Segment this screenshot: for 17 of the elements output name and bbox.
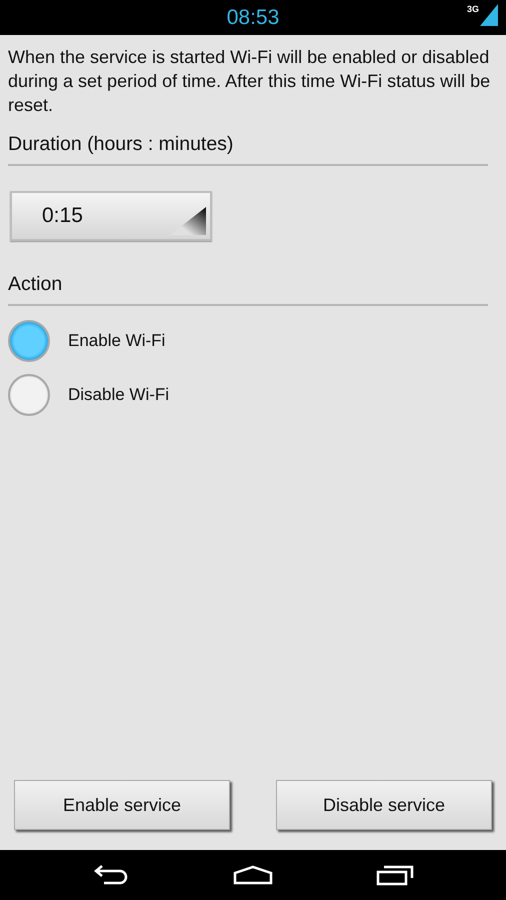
radio-button[interactable] [8, 320, 50, 362]
description-text: When the service is started Wi-Fi will be enabled or disabled during a set period of time. After this time Wi-Fi status will be reset. [8, 46, 492, 117]
network-type: 3G [466, 4, 479, 14]
duration-spinner[interactable]: 0:15 [10, 191, 212, 241]
radio-label[interactable]: Enable Wi-Fi [68, 331, 166, 351]
radio-label[interactable]: Disable Wi-Fi [68, 385, 170, 405]
service-button[interactable]: Enable service [14, 780, 230, 830]
recent-apps-icon[interactable] [376, 864, 414, 886]
section-header: Duration (hours : minutes) [8, 133, 234, 155]
section-header: Action [8, 273, 62, 295]
status-time: 08:53 [226, 6, 280, 30]
signal-icon [480, 4, 498, 26]
radio-button[interactable] [8, 374, 50, 416]
service-button[interactable]: Disable service [276, 780, 492, 830]
spinner-corner-icon [170, 207, 206, 235]
back-icon[interactable] [92, 864, 130, 886]
home-icon[interactable] [232, 865, 273, 885]
